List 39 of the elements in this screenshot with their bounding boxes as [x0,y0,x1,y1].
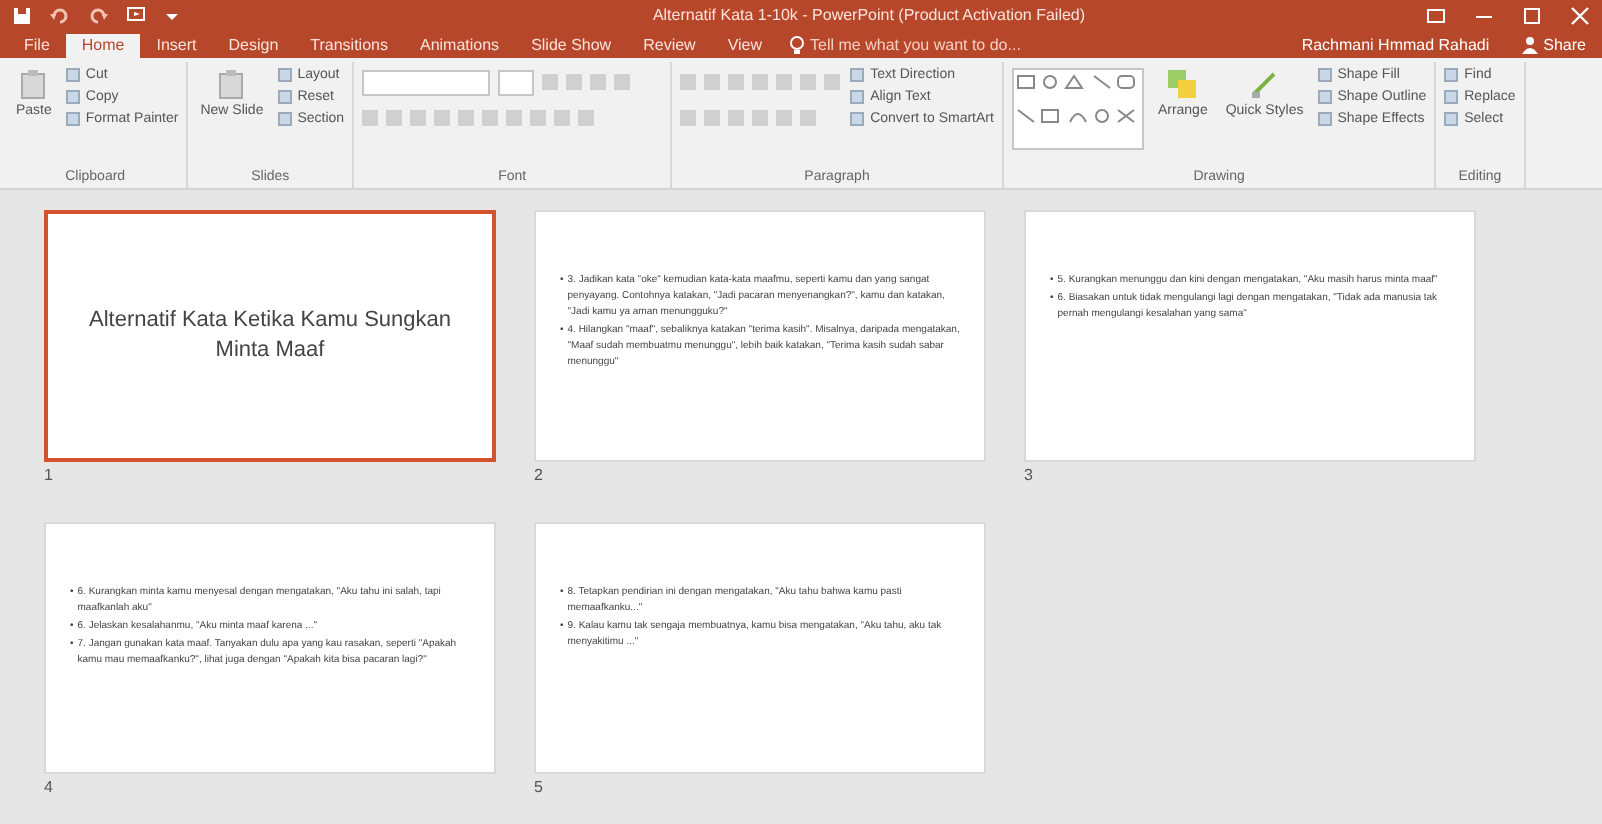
share-button[interactable]: Share [1505,36,1602,58]
ribbon-tab[interactable]: Home [65,34,141,58]
ribbon-command-icon [215,68,248,100]
slide-number: 2 [534,466,545,484]
account-name[interactable]: Rachmani Hmmad Rahadi [1285,36,1506,58]
close-icon[interactable] [1570,5,1590,25]
ribbon-tab[interactable]: Animations [403,34,516,58]
ribbon-tab[interactable]: Transitions [294,34,404,58]
ribbon-tab[interactable]: View [711,34,779,58]
ribbon-tab[interactable]: Slide Show [515,34,628,58]
ribbon-tab[interactable]: Insert [140,34,213,58]
ribbon-options-icon[interactable] [1426,5,1446,25]
ribbon-command-icon [17,68,50,100]
slide-thumbnail[interactable] [1024,210,1476,462]
slide-title: Alternatif Kata Ketika Kamu Sungkan Minta Maaf [87,306,453,366]
slide-thumbnail[interactable] [534,210,986,462]
person-icon [1521,36,1538,54]
undo-icon[interactable] [50,5,70,25]
slideshow-icon[interactable] [126,5,146,25]
ribbon-tab[interactable]: Design [212,34,295,58]
lightbulb-icon [790,36,805,54]
ribbon-tab[interactable]: Review [627,34,712,58]
tell-me-field[interactable]: Tell me what you want to do... [790,36,1071,58]
slide-number: 3 [1024,466,1035,484]
slide-number: 4 [44,778,55,796]
slide-number: 5 [534,778,545,796]
maximize-icon[interactable] [1522,5,1542,25]
slide-number: 1 [44,466,55,484]
shapes-gallery[interactable] [1011,68,1144,150]
font-size-field[interactable] [498,69,535,95]
ribbon-tab[interactable]: File [8,34,66,58]
slide-thumbnail[interactable]: Alternatif Kata Ketika Kamu Sungkan Minta Maaf [44,210,496,462]
redo-icon[interactable] [88,5,108,25]
window-title: Alternatif Kata 1-10k - PowerPoint (Product Activation Failed) [650,6,1088,24]
arrange-icon [1166,68,1199,100]
save-icon[interactable] [12,5,32,25]
font-name-field[interactable] [362,69,491,95]
brush-icon [1248,68,1281,100]
slide-thumbnail[interactable] [44,522,496,774]
